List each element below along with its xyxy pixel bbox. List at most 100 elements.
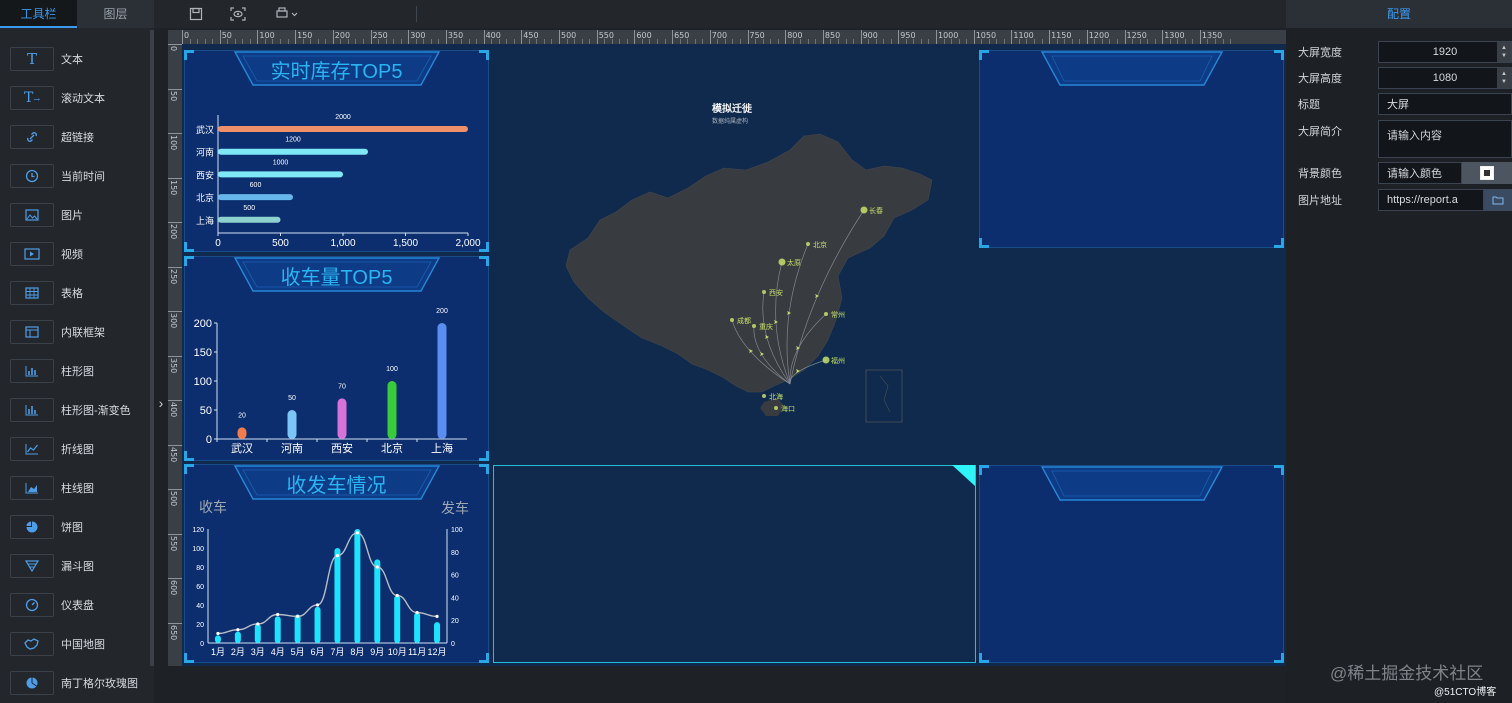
screen-height-stepper[interactable]: ▲ ▼ — [1497, 68, 1511, 88]
tool-label: 南丁格尔玫瑰图 — [61, 677, 138, 690]
receive-bar — [254, 624, 261, 643]
intro-textarea[interactable]: 请输入内容 — [1378, 120, 1512, 158]
city-label: 重庆 — [759, 322, 773, 331]
tool-item-bar-line-chart[interactable]: 柱线图 — [0, 468, 154, 507]
receive-bar — [337, 398, 347, 439]
tool-item-video[interactable]: 视频 — [0, 234, 154, 273]
tab-config[interactable]: 配置 — [1286, 0, 1512, 28]
stock-panel[interactable]: 实时库存TOP5 武汉 2000 河南 1200 西安 1000 北京 600 上海 500 0 50… — [184, 50, 489, 252]
receive-category-label: 上海 — [431, 441, 453, 455]
tab-toolbox[interactable]: 工具栏 — [0, 0, 77, 28]
tool-item-scroll-text[interactable]: T→ 滚动文本 — [0, 78, 154, 117]
dispatch-point — [315, 603, 320, 607]
screen-height-row: 大屏高度 — [1298, 67, 1378, 89]
iframe-icon — [10, 319, 54, 344]
tool-item-line-chart[interactable]: 折线图 — [0, 429, 154, 468]
screen-height-input[interactable]: 1080 ▲ ▼ — [1378, 67, 1512, 89]
ruler-label: 350 — [169, 357, 178, 373]
receive-category-label: 河南 — [281, 442, 303, 455]
ruler-tick — [898, 30, 900, 44]
screen-width-label: 大屏宽度 — [1298, 47, 1342, 59]
preview-icon[interactable] — [228, 4, 248, 24]
tool-item-pie-chart[interactable]: 饼图 — [0, 507, 154, 546]
tool-item-link[interactable]: 超链接 — [0, 117, 154, 156]
china-land-shape — [565, 133, 933, 393]
ruler-tick — [332, 30, 334, 44]
left-y-tick-label: 100 — [192, 546, 204, 553]
migration-map-panel[interactable]: 模拟迁徙 数据纯属虚构 长春 北京 太原 西安 成都 重庆 常州 福州 北海 海口 — [492, 50, 976, 460]
tool-item-bar-chart[interactable]: 柱形图 — [0, 351, 154, 390]
line-chart-icon — [10, 436, 54, 461]
watermark-juejin: @稀土掘金技术社区 — [1330, 664, 1484, 683]
intro-label: 大屏简介 — [1298, 126, 1342, 138]
city-point — [824, 312, 828, 316]
bg-color-input[interactable]: 请输入颜色 — [1378, 162, 1462, 184]
city-point — [762, 394, 766, 398]
dispatch-point — [395, 593, 399, 598]
tool-item-bar-chart-gradient[interactable]: 柱形图-渐变色 — [0, 390, 154, 429]
y-tick-label: 50 — [200, 405, 212, 417]
ruler-vertical: 0501001502002503003504004505005506006507… — [168, 44, 182, 666]
dispatch-point — [355, 531, 359, 535]
tool-item-funnel[interactable]: 漏斗图 — [0, 546, 154, 585]
dispatch-panel[interactable]: 收发车情况 收车 发车 0 20 40 60 80 100 120 0 20 40 60 80 100 1月 2… — [184, 464, 489, 663]
middle-bottom-frame[interactable] — [493, 465, 976, 663]
ruler-label: 0 — [184, 31, 190, 40]
tool-item-clock[interactable]: 当前时间 — [0, 156, 154, 195]
color-swatch-icon — [1480, 166, 1494, 180]
tool-list: T 文本 T→ 滚动文本 超链接 当前时间 图片 视频 表格 内联框架 柱形图 柱形图-渐变色 折线图柱… — [0, 39, 154, 702]
city-label: 常州 — [831, 310, 845, 319]
right-top-panel[interactable] — [979, 50, 1284, 248]
ruler-tick — [1124, 30, 1126, 44]
tool-item-china-map[interactable]: 中国地图 — [0, 624, 154, 663]
receive-panel[interactable]: 收车量TOP5 0 50 100 150 200 20 武汉 50 河南 70 西安 100 北京 200… — [184, 256, 489, 461]
image-url-input[interactable]: https://report.a — [1378, 189, 1484, 211]
right-axis-name: 发车 — [441, 500, 469, 516]
ruler-tick — [257, 30, 259, 44]
ruler-tick — [483, 30, 485, 44]
receive-bar — [294, 614, 301, 643]
ruler-tick — [168, 533, 182, 535]
tool-item-iframe[interactable]: 内联框架 — [0, 312, 154, 351]
stamp-icon[interactable] — [274, 4, 300, 24]
tool-item-text[interactable]: T 文本 — [0, 39, 154, 78]
ruler-tick — [182, 30, 183, 44]
right-top-title-frame — [1040, 51, 1224, 87]
ruler-tick — [860, 30, 862, 44]
scroll-text-icon: T→ — [10, 85, 54, 110]
tool-item-rose-chart[interactable]: 南丁格尔玫瑰图 — [0, 663, 154, 702]
ruler-label: 150 — [169, 179, 178, 195]
tool-item-table[interactable]: 表格 — [0, 273, 154, 312]
image-icon — [10, 202, 54, 227]
tool-panel-scrollbar[interactable] — [150, 30, 154, 666]
receive-bar — [387, 381, 397, 439]
tool-item-image[interactable]: 图片 — [0, 195, 154, 234]
screen-width-input[interactable]: 1920 ▲ ▼ — [1378, 41, 1512, 63]
dispatch-point — [375, 565, 379, 569]
screen-width-stepper[interactable]: ▲ ▼ — [1497, 42, 1511, 62]
right-bottom-panel[interactable] — [979, 465, 1284, 663]
tool-label: 饼图 — [61, 521, 83, 534]
city-label: 北京 — [813, 240, 827, 249]
design-canvas[interactable]: 实时库存TOP5 武汉 2000 河南 1200 西安 1000 北京 600 上海 500 0 50… — [182, 44, 1286, 666]
receive-bar — [314, 606, 321, 643]
color-picker-button[interactable] — [1462, 162, 1512, 184]
ruler-label: 1200 — [1088, 31, 1110, 40]
receive-bar — [414, 612, 421, 643]
ruler-tick — [973, 30, 975, 44]
collapse-chevron-icon[interactable]: › — [156, 393, 166, 413]
ruler-label: 600 — [169, 580, 178, 596]
save-icon[interactable] — [186, 4, 206, 24]
watermark-51cto: @51CTO博客 — [1434, 687, 1497, 698]
ruler-tick — [408, 30, 410, 44]
left-y-tick-label: 40 — [196, 603, 204, 610]
tab-layers[interactable]: 图层 — [77, 0, 154, 28]
receive-value-label: 100 — [386, 366, 398, 373]
screen-height-label: 大屏高度 — [1298, 73, 1342, 85]
ruler-label: 1350 — [1201, 31, 1223, 40]
folder-open-icon[interactable] — [1484, 189, 1512, 211]
screen-width-row: 大屏宽度 — [1298, 41, 1378, 63]
title-input[interactable]: 大屏 — [1378, 93, 1512, 115]
screen-width-value: 1920 — [1432, 46, 1458, 58]
tool-item-gauge[interactable]: 仪表盘 — [0, 585, 154, 624]
